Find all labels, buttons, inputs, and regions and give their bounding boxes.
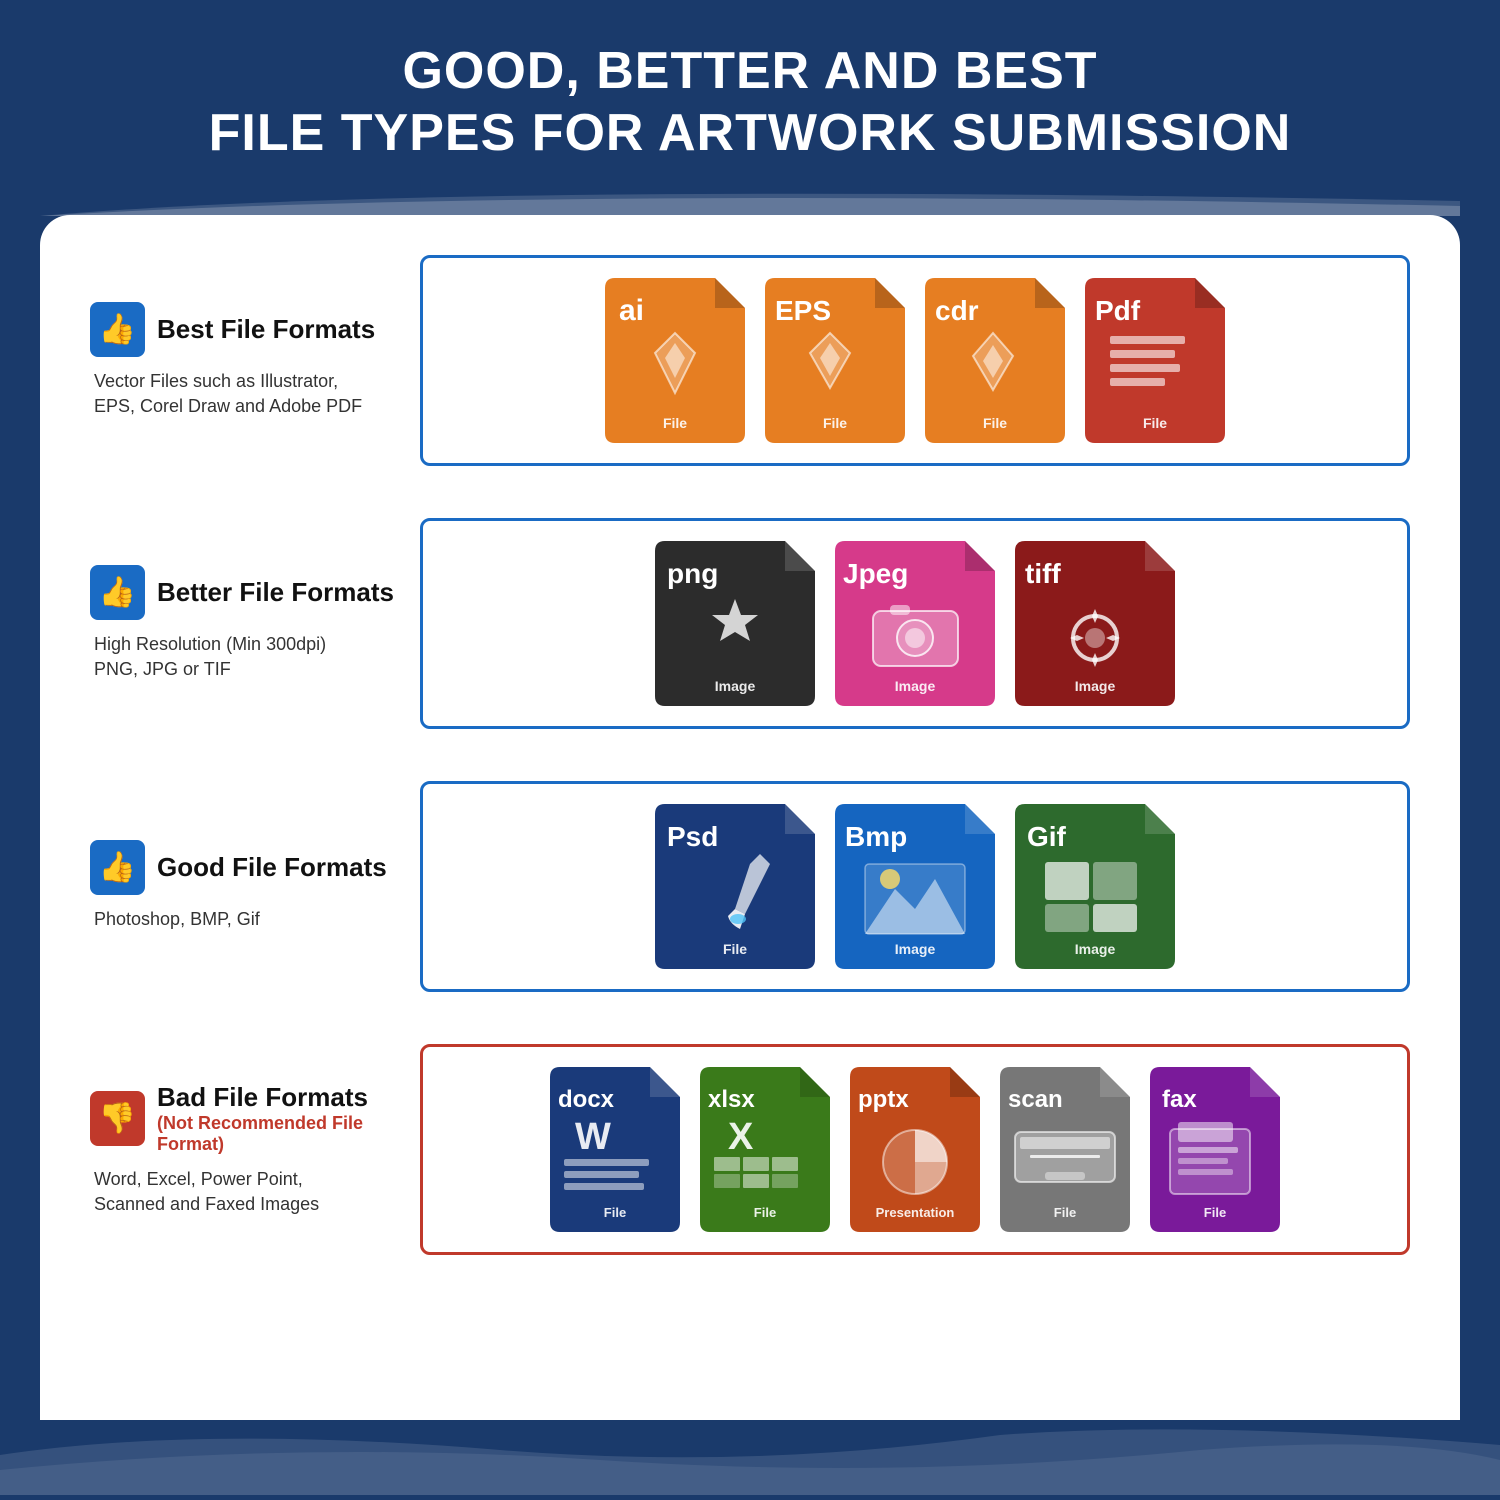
header: GOOD, BETTER AND BEST FILE TYPES FOR ART… (0, 0, 1500, 185)
page-container: GOOD, BETTER AND BEST FILE TYPES FOR ART… (0, 0, 1500, 1500)
svg-text:Image: Image (1075, 941, 1116, 957)
better-label-header: 👍 Better File Formats (90, 565, 394, 620)
better-title: Better File Formats (157, 577, 394, 608)
file-png: png Image (655, 541, 815, 706)
svg-text:ai: ai (619, 294, 644, 327)
file-bmp: Bmp Image (835, 804, 995, 969)
file-tiff: tiff Image (1015, 541, 1175, 706)
bad-row: 👎 Bad File Formats (Not Recommended File… (90, 1044, 1410, 1255)
file-docx: docx W File (550, 1067, 680, 1232)
svg-text:EPS: EPS (775, 295, 831, 326)
good-files-box: Psd File Bmp (420, 781, 1410, 992)
bottom-waves (0, 1415, 1500, 1500)
file-png-svg: png Image (655, 541, 815, 706)
thumbs-up-best: 👍 (90, 302, 145, 357)
file-psd: Psd File (655, 804, 815, 969)
file-pdf-svg: Pdf File (1085, 278, 1225, 443)
svg-text:tiff: tiff (1025, 558, 1061, 589)
good-row: 👍 Good File Formats Photoshop, BMP, Gif … (90, 781, 1410, 992)
svg-text:File: File (823, 415, 847, 431)
good-label-header: 👍 Good File Formats (90, 840, 387, 895)
svg-text:Gif: Gif (1027, 821, 1067, 852)
header-title: GOOD, BETTER AND BEST FILE TYPES FOR ART… (60, 40, 1440, 165)
file-fax: fax File (1150, 1067, 1280, 1232)
svg-text:Pdf: Pdf (1095, 295, 1141, 326)
bottom-waves-svg (0, 1415, 1500, 1495)
file-ai-svg: ai File (605, 278, 745, 443)
file-cdr: cdr File (925, 278, 1065, 443)
bad-title: Bad File Formats (157, 1082, 400, 1113)
better-desc: High Resolution (Min 300dpi) PNG, JPG or… (90, 632, 326, 682)
svg-text:Jpeg: Jpeg (843, 558, 908, 589)
swoosh-top (40, 181, 1460, 216)
file-gif-svg: Gif Image (1015, 804, 1175, 969)
svg-text:File: File (1204, 1205, 1226, 1220)
svg-text:Image: Image (715, 678, 756, 694)
good-label-area: 👍 Good File Formats Photoshop, BMP, Gif (90, 840, 400, 932)
file-bmp-svg: Bmp Image (835, 804, 995, 969)
file-jpeg: Jpeg Image (835, 541, 995, 706)
bad-desc: Word, Excel, Power Point, Scanned and Fa… (90, 1167, 319, 1217)
file-eps-svg: EPS File (765, 278, 905, 443)
sections-wrapper: 👍 Best File Formats Vector Files such as… (90, 255, 1410, 1285)
file-psd-svg: Psd File (655, 804, 815, 969)
svg-text:File: File (1143, 415, 1167, 431)
bad-label-area: 👎 Bad File Formats (Not Recommended File… (90, 1082, 400, 1217)
best-label-header: 👍 Best File Formats (90, 302, 375, 357)
good-title: Good File Formats (157, 852, 387, 883)
best-desc: Vector Files such as Illustrator, EPS, C… (90, 369, 362, 419)
file-scan: scan File (1000, 1067, 1130, 1232)
file-pdf: Pdf File (1085, 278, 1225, 443)
better-row: 👍 Better File Formats High Resolution (M… (90, 518, 1410, 729)
svg-text:pptx: pptx (858, 1086, 909, 1113)
svg-text:Presentation: Presentation (876, 1205, 955, 1220)
thumbs-up-better: 👍 (90, 565, 145, 620)
svg-text:W: W (575, 1116, 611, 1158)
file-xlsx: xlsx X File (700, 1067, 830, 1232)
svg-text:Image: Image (895, 941, 936, 957)
file-jpeg-svg: Jpeg Image (835, 541, 995, 706)
file-tiff-svg: tiff Image (1015, 541, 1175, 706)
file-gif: Gif Image (1015, 804, 1175, 969)
svg-text:Psd: Psd (667, 821, 718, 852)
best-title: Best File Formats (157, 314, 375, 345)
svg-text:cdr: cdr (935, 295, 979, 326)
file-pptx-svg: pptx Presentation (850, 1067, 980, 1232)
svg-text:File: File (663, 415, 687, 431)
svg-text:File: File (604, 1205, 626, 1220)
file-eps: EPS File (765, 278, 905, 443)
bad-files-box: docx W File xlsx (420, 1044, 1410, 1255)
svg-text:png: png (667, 558, 718, 589)
svg-text:Image: Image (895, 678, 936, 694)
file-fax-svg: fax File (1150, 1067, 1280, 1232)
svg-text:X: X (728, 1116, 754, 1158)
best-files-box: ai File EPS (420, 255, 1410, 466)
svg-text:Image: Image (1075, 678, 1116, 694)
thumbs-up-good: 👍 (90, 840, 145, 895)
svg-text:fax: fax (1162, 1086, 1197, 1113)
file-ai: ai File (605, 278, 745, 443)
bad-subtitle: (Not Recommended File Format) (157, 1113, 400, 1155)
file-xlsx-svg: xlsx X File (700, 1067, 830, 1232)
svg-text:File: File (754, 1205, 776, 1220)
bad-label-header: 👎 Bad File Formats (Not Recommended File… (90, 1082, 400, 1155)
svg-text:Bmp: Bmp (845, 821, 907, 852)
svg-text:xlsx: xlsx (708, 1086, 755, 1113)
svg-text:File: File (1054, 1205, 1076, 1220)
better-label-area: 👍 Better File Formats High Resolution (M… (90, 565, 400, 682)
file-scan-svg: scan File (1000, 1067, 1130, 1232)
file-docx-svg: docx W File (550, 1067, 680, 1232)
best-label-area: 👍 Best File Formats Vector Files such as… (90, 302, 400, 419)
good-desc: Photoshop, BMP, Gif (90, 907, 260, 932)
svg-text:scan: scan (1008, 1086, 1063, 1113)
better-files-box: png Image Jpeg (420, 518, 1410, 729)
file-pptx: pptx Presentation (850, 1067, 980, 1232)
svg-text:File: File (723, 941, 747, 957)
best-row: 👍 Best File Formats Vector Files such as… (90, 255, 1410, 466)
file-cdr-svg: cdr File (925, 278, 1065, 443)
svg-text:docx: docx (558, 1086, 615, 1113)
thumbs-down-bad: 👎 (90, 1091, 145, 1146)
content-area: 👍 Best File Formats Vector Files such as… (40, 215, 1460, 1500)
svg-text:File: File (983, 415, 1007, 431)
